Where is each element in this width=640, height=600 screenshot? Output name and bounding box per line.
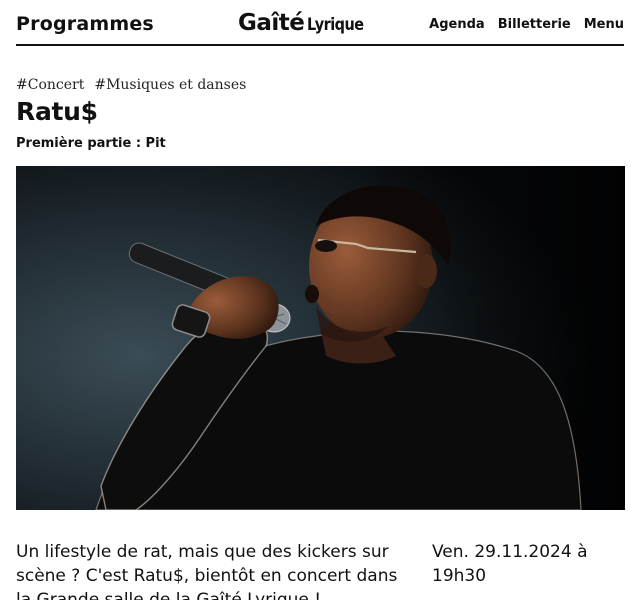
event-support-act: Première partie : Pit [16, 136, 166, 151]
event-photo [16, 166, 625, 510]
tag-concert[interactable]: #Concert [16, 77, 84, 93]
site-logo[interactable]: Gaîté Lyrique [238, 10, 374, 40]
event-description: Un lifestyle de rat, mais que des kicker… [16, 542, 398, 600]
performer-illustration [16, 166, 625, 510]
main-nav: Agenda Billetterie Menu [429, 17, 624, 32]
nav-billetterie[interactable]: Billetterie [498, 17, 571, 32]
logo-sub-text: Lyrique [307, 15, 364, 35]
event-tags: #Concert #Musiques et danses [16, 77, 246, 93]
site-header: Programmes Gaîté Lyrique Agenda Billetter… [16, 0, 624, 46]
programmes-link[interactable]: Programmes [16, 13, 154, 35]
nav-agenda[interactable]: Agenda [429, 17, 485, 32]
event-date: Ven. 29.11.2024 à 19h30 [432, 542, 588, 586]
nav-menu[interactable]: Menu [584, 17, 624, 32]
tag-musiques-et-danses[interactable]: #Musiques et danses [94, 77, 246, 93]
event-title: Ratu$ [16, 97, 98, 126]
logo-main-text: Gaîté [238, 10, 305, 36]
event-page: Programmes Gaîté Lyrique Agenda Billetter… [0, 0, 640, 600]
